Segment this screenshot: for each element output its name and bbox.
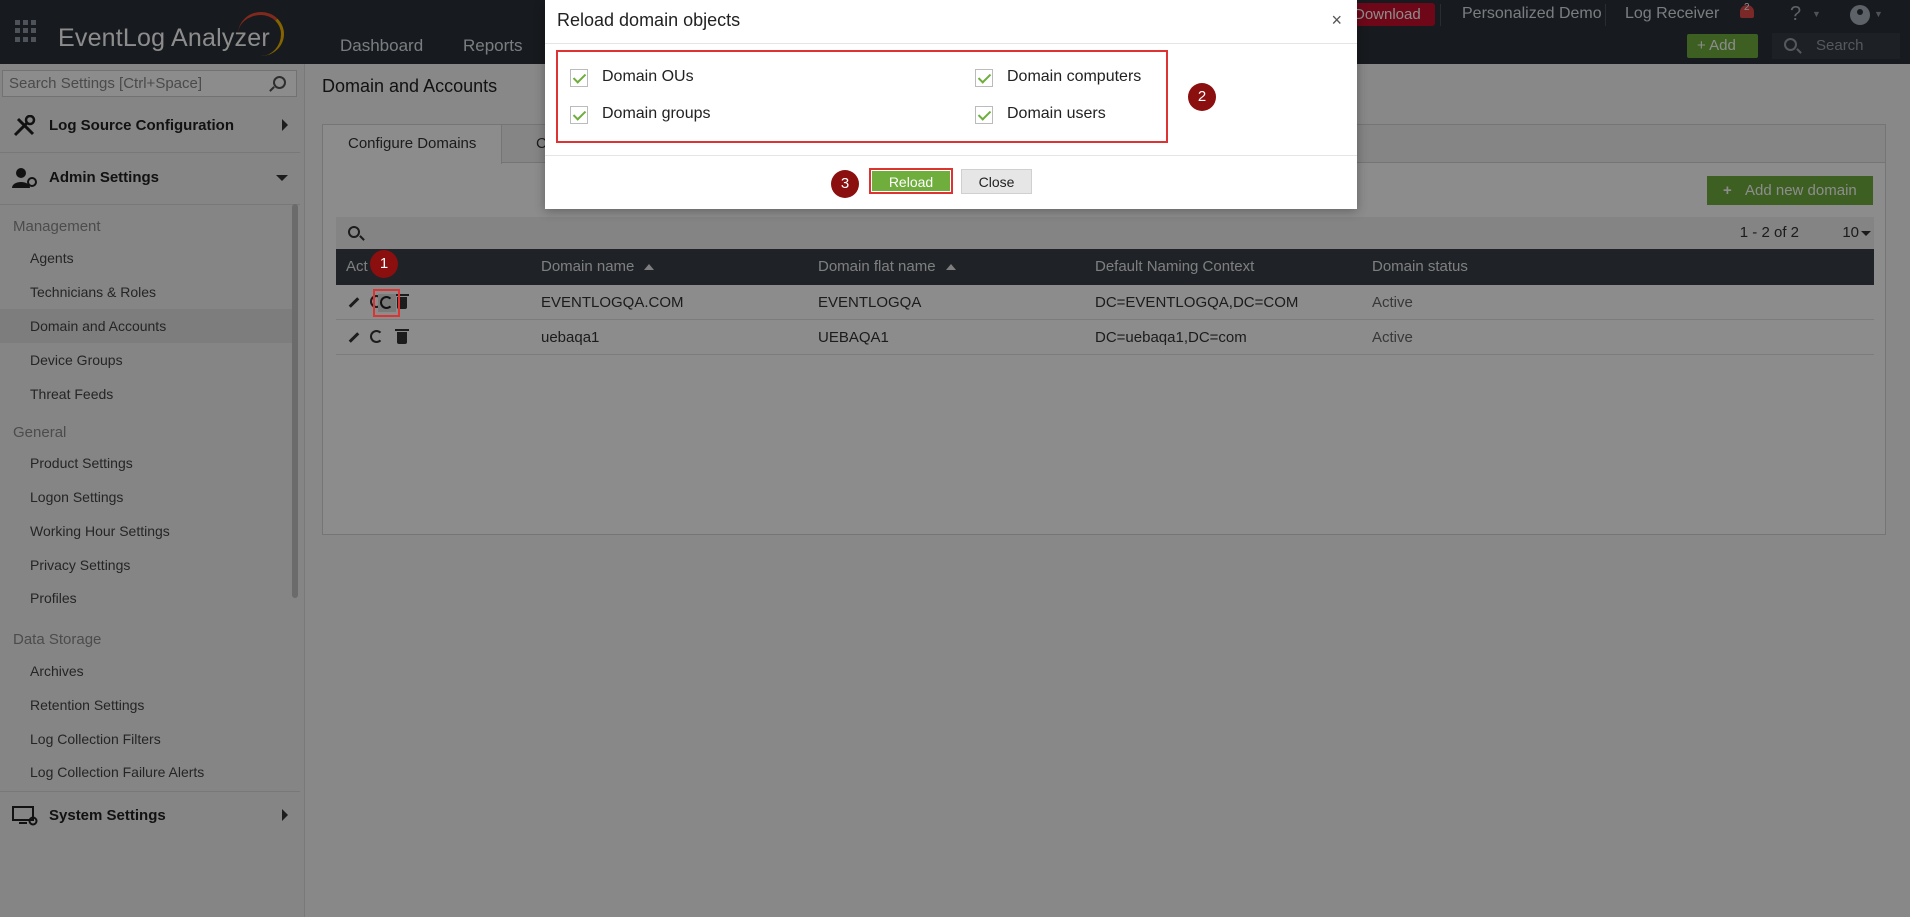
step-badge-3: 3: [831, 170, 859, 198]
checkbox-domain-ous[interactable]: Domain OUs: [570, 68, 694, 87]
options-highlight-box: Domain OUs Domain computers Domain group…: [556, 50, 1168, 143]
step-badge-1: 1: [370, 250, 398, 278]
checkbox-label: Domain computers: [1007, 68, 1142, 85]
divider: [545, 43, 1357, 44]
close-button[interactable]: Close: [961, 169, 1032, 194]
checkbox-checked-icon: [570, 69, 588, 87]
checkbox-label: Domain groups: [602, 105, 711, 122]
dialog-title: Reload domain objects: [557, 10, 741, 30]
reload-button[interactable]: Reload: [869, 168, 953, 194]
checkbox-domain-computers[interactable]: Domain computers: [975, 68, 1142, 87]
checkbox-domain-groups[interactable]: Domain groups: [570, 105, 711, 124]
checkbox-checked-icon: [975, 106, 993, 124]
close-icon[interactable]: ×: [1331, 10, 1342, 31]
checkbox-checked-icon: [975, 69, 993, 87]
refresh-icon[interactable]: [378, 294, 396, 312]
checkbox-label: Domain users: [1007, 105, 1106, 122]
checkbox-domain-users[interactable]: Domain users: [975, 105, 1106, 124]
checkbox-label: Domain OUs: [602, 68, 694, 85]
checkbox-checked-icon: [570, 106, 588, 124]
divider: [545, 155, 1357, 156]
step-badge-2: 2: [1188, 83, 1216, 111]
